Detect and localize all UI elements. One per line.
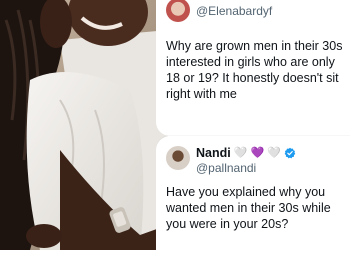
user-handle[interactable]: @Elenabardyf <box>196 4 272 18</box>
white-heart-emoji: 🤍 <box>233 146 248 159</box>
avatar[interactable] <box>166 146 190 170</box>
name-row: Nandi 🤍 💜 🤍 <box>196 146 296 160</box>
tweet-card-reply[interactable]: Nandi 🤍 💜 🤍 @pallnandi Have you explaine… <box>156 136 350 256</box>
white-heart-emoji: 🤍 <box>267 146 281 159</box>
background-photo <box>0 0 168 250</box>
tweet-card-original[interactable]: @Elenabardyf Why are grown men in their … <box>156 0 350 136</box>
display-name[interactable]: Nandi <box>196 146 231 160</box>
verified-badge-icon <box>284 147 296 159</box>
user-handle[interactable]: @pallnandi <box>196 161 256 175</box>
purple-heart-emoji: 💜 <box>250 146 265 159</box>
tweet-text: Have you explained why you wanted men in… <box>166 185 331 231</box>
tweet-text: Why are grown men in their 30s intereste… <box>166 39 343 101</box>
avatar[interactable] <box>166 0 190 22</box>
couple-photo-illustration <box>0 0 168 250</box>
